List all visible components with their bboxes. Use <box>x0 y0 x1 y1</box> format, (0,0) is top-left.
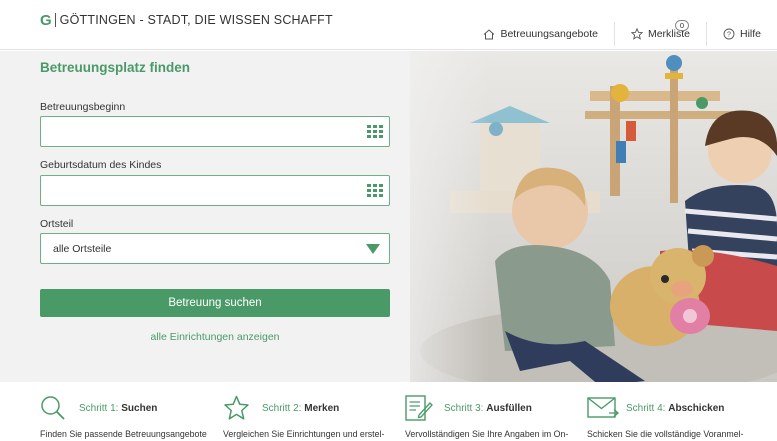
star-icon <box>224 395 249 420</box>
search-icon <box>41 396 65 420</box>
city-logo[interactable]: G GÖTTINGEN - STADT, DIE WISSEN SCHAFFT <box>40 11 333 29</box>
logo-divider <box>54 13 56 27</box>
district-selected-value: alle Ortsteile <box>53 243 112 255</box>
star-icon <box>630 28 643 40</box>
form-title: Betreuungsplatz finden <box>40 60 191 75</box>
logo-text: GÖTTINGEN - STADT, DIE WISSEN SCHAFFT <box>59 13 333 27</box>
nav-offers[interactable]: Betreuungsangebote <box>467 22 614 46</box>
step-fill-out: Schritt 3: Ausfüllen Vervollständigen Si… <box>405 382 585 441</box>
nav-offers-label: Betreuungsangebote <box>500 28 598 40</box>
show-all-link[interactable]: alle Einrichtungen anzeigen <box>40 331 390 343</box>
step-4-title: Schritt 4: Abschicken <box>626 403 725 414</box>
site-header: G GÖTTINGEN - STADT, DIE WISSEN SCHAFFT … <box>0 0 777 50</box>
form-edit-icon <box>405 395 433 421</box>
steps-section: Schritt 1: Suchen Finden Sie passende Be… <box>0 382 777 441</box>
help-icon: ? <box>723 28 735 40</box>
main-nav: Betreuungsangebote Merkliste 0 ? Hilfe <box>467 20 777 48</box>
calendar-icon[interactable] <box>367 125 383 139</box>
start-date-label: Betreuungsbeginn <box>40 101 126 113</box>
step-3-description: Vervollständigen Sie Ihre Angaben im On- <box>405 429 569 439</box>
step-4-description: Schicken Sie die vollständige Voranmel- <box>587 429 744 439</box>
nav-help[interactable]: ? Hilfe <box>705 22 777 46</box>
birth-date-label: Geburtsdatum des Kindes <box>40 159 162 171</box>
step-remember: Schritt 2: Merken Vergleichen Sie Einric… <box>223 382 403 441</box>
birth-date-input[interactable] <box>40 175 390 206</box>
calendar-icon[interactable] <box>367 184 383 198</box>
dropdown-arrow-icon <box>366 244 380 254</box>
step-2-title: Schritt 2: Merken <box>262 403 340 414</box>
search-button[interactable]: Betreuung suchen <box>40 289 390 317</box>
watchlist-count-badge: 0 <box>674 20 689 31</box>
mail-icon <box>587 397 619 418</box>
step-2-description: Vergleichen Sie Einrichtungen und erstel… <box>223 429 385 439</box>
start-date-input[interactable] <box>40 116 390 147</box>
hero-section: Betreuungsplatz finden Betreuungsbeginn … <box>0 51 777 382</box>
step-send: Schritt 4: Abschicken Schicken Sie die v… <box>587 382 767 441</box>
step-1-title: Schritt 1: Suchen <box>79 403 158 414</box>
step-1-description: Finden Sie passende Betreuungsangebote <box>40 429 207 439</box>
logo-mark: G <box>40 11 52 29</box>
svg-text:?: ? <box>727 32 731 39</box>
nav-watchlist[interactable]: Merkliste 0 <box>613 20 706 46</box>
step-3-title: Schritt 3: Ausfüllen <box>444 403 532 414</box>
district-label: Ortsteil <box>40 218 74 230</box>
district-select[interactable]: alle Ortsteile <box>40 233 390 264</box>
nav-help-label: Hilfe <box>739 28 761 40</box>
home-icon <box>484 28 495 39</box>
step-search: Schritt 1: Suchen Finden Sie passende Be… <box>40 382 220 441</box>
